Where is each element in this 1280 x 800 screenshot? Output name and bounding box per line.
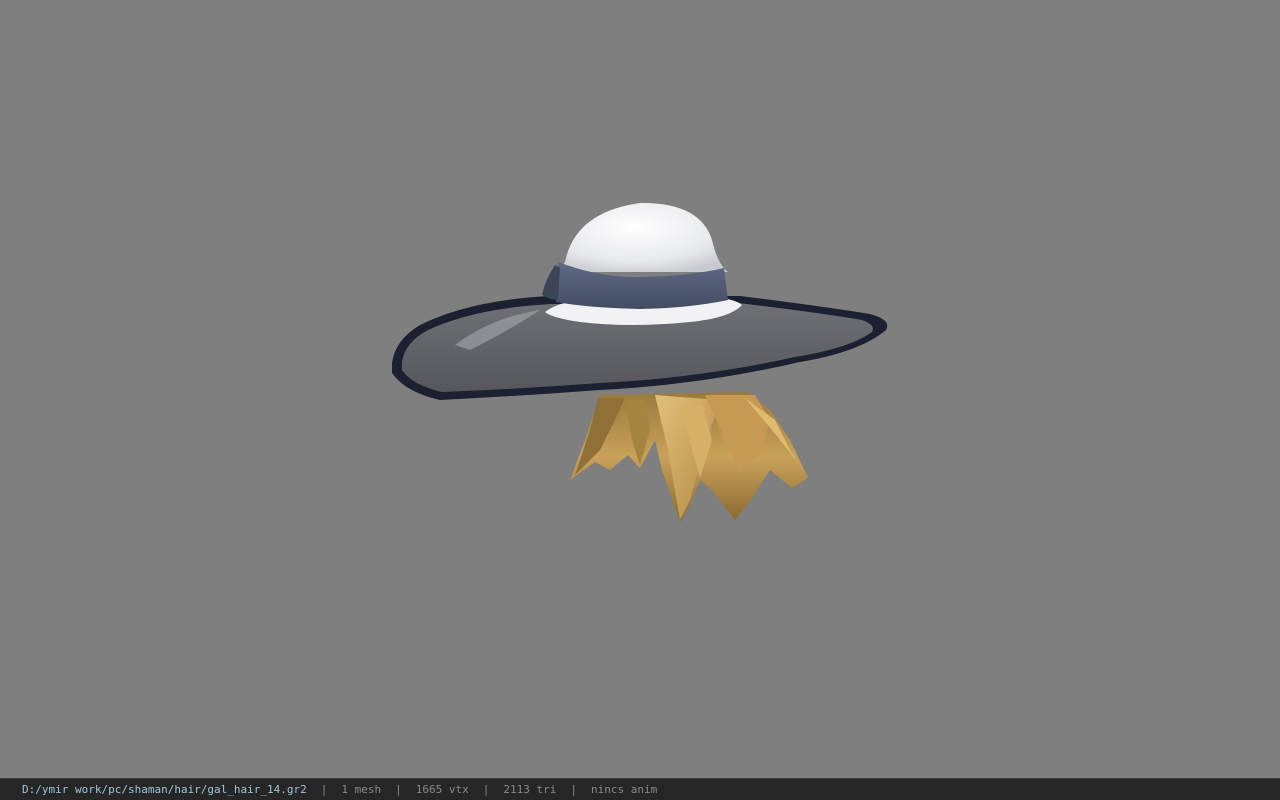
animation-status: nincs anim xyxy=(591,783,658,796)
triangle-count: 2113 tri xyxy=(503,783,557,796)
status-separator: | xyxy=(570,783,577,796)
model-render[interactable] xyxy=(0,0,1280,778)
file-path: D:/ymir work/pc/shaman/hair/gal_hair_14.… xyxy=(22,783,307,796)
status-separator: | xyxy=(482,783,490,796)
hair-mesh xyxy=(570,392,808,522)
3d-viewport[interactable] xyxy=(0,0,1280,778)
vertex-count: 1665 vtx xyxy=(415,783,469,796)
mesh-count: 1 mesh xyxy=(341,783,382,796)
status-bar: D:/ymir work/pc/shaman/hair/gal_hair_14.… xyxy=(0,778,1280,800)
status-separator: | xyxy=(320,783,328,796)
status-separator: | xyxy=(395,783,402,796)
